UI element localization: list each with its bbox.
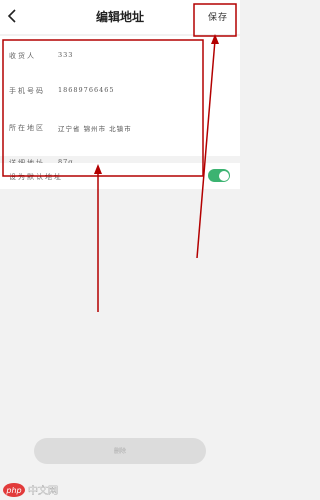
delete-button-label: 删除 xyxy=(113,448,126,455)
recipient-row[interactable]: 收货人 333 xyxy=(0,41,240,71)
recipient-label: 收货人 xyxy=(9,52,36,60)
address-form: 收货人 333 手机号码 18689766465 所在地区 辽宁省 锦州市 北镇… xyxy=(0,36,240,167)
top-bar: 编辑地址 保存 xyxy=(0,0,240,34)
svg-text:php: php xyxy=(5,486,21,495)
default-address-label: 设为默认地址 xyxy=(9,173,63,181)
region-row[interactable]: 所在地区 辽宁省 锦州市 北镇市 xyxy=(0,113,240,143)
svg-text:中文网: 中文网 xyxy=(28,484,58,497)
page-title: 编辑地址 xyxy=(95,10,144,24)
phone-label: 手机号码 xyxy=(9,87,45,95)
delete-button[interactable]: 删除 xyxy=(34,438,206,464)
region-selector[interactable]: 辽宁省 锦州市 北镇市 xyxy=(58,123,132,133)
default-address-toggle[interactable] xyxy=(208,169,230,182)
recipient-input[interactable]: 333 xyxy=(58,51,73,59)
phone-input[interactable]: 18689766465 xyxy=(58,86,115,94)
default-address-row: 设为默认地址 xyxy=(0,163,240,189)
toggle-knob xyxy=(218,170,229,181)
phone-row[interactable]: 手机号码 18689766465 xyxy=(0,76,240,106)
region-label: 所在地区 xyxy=(9,124,45,132)
php-watermark-logo: php 中文网 xyxy=(3,483,58,497)
save-button[interactable]: 保存 xyxy=(208,10,228,23)
